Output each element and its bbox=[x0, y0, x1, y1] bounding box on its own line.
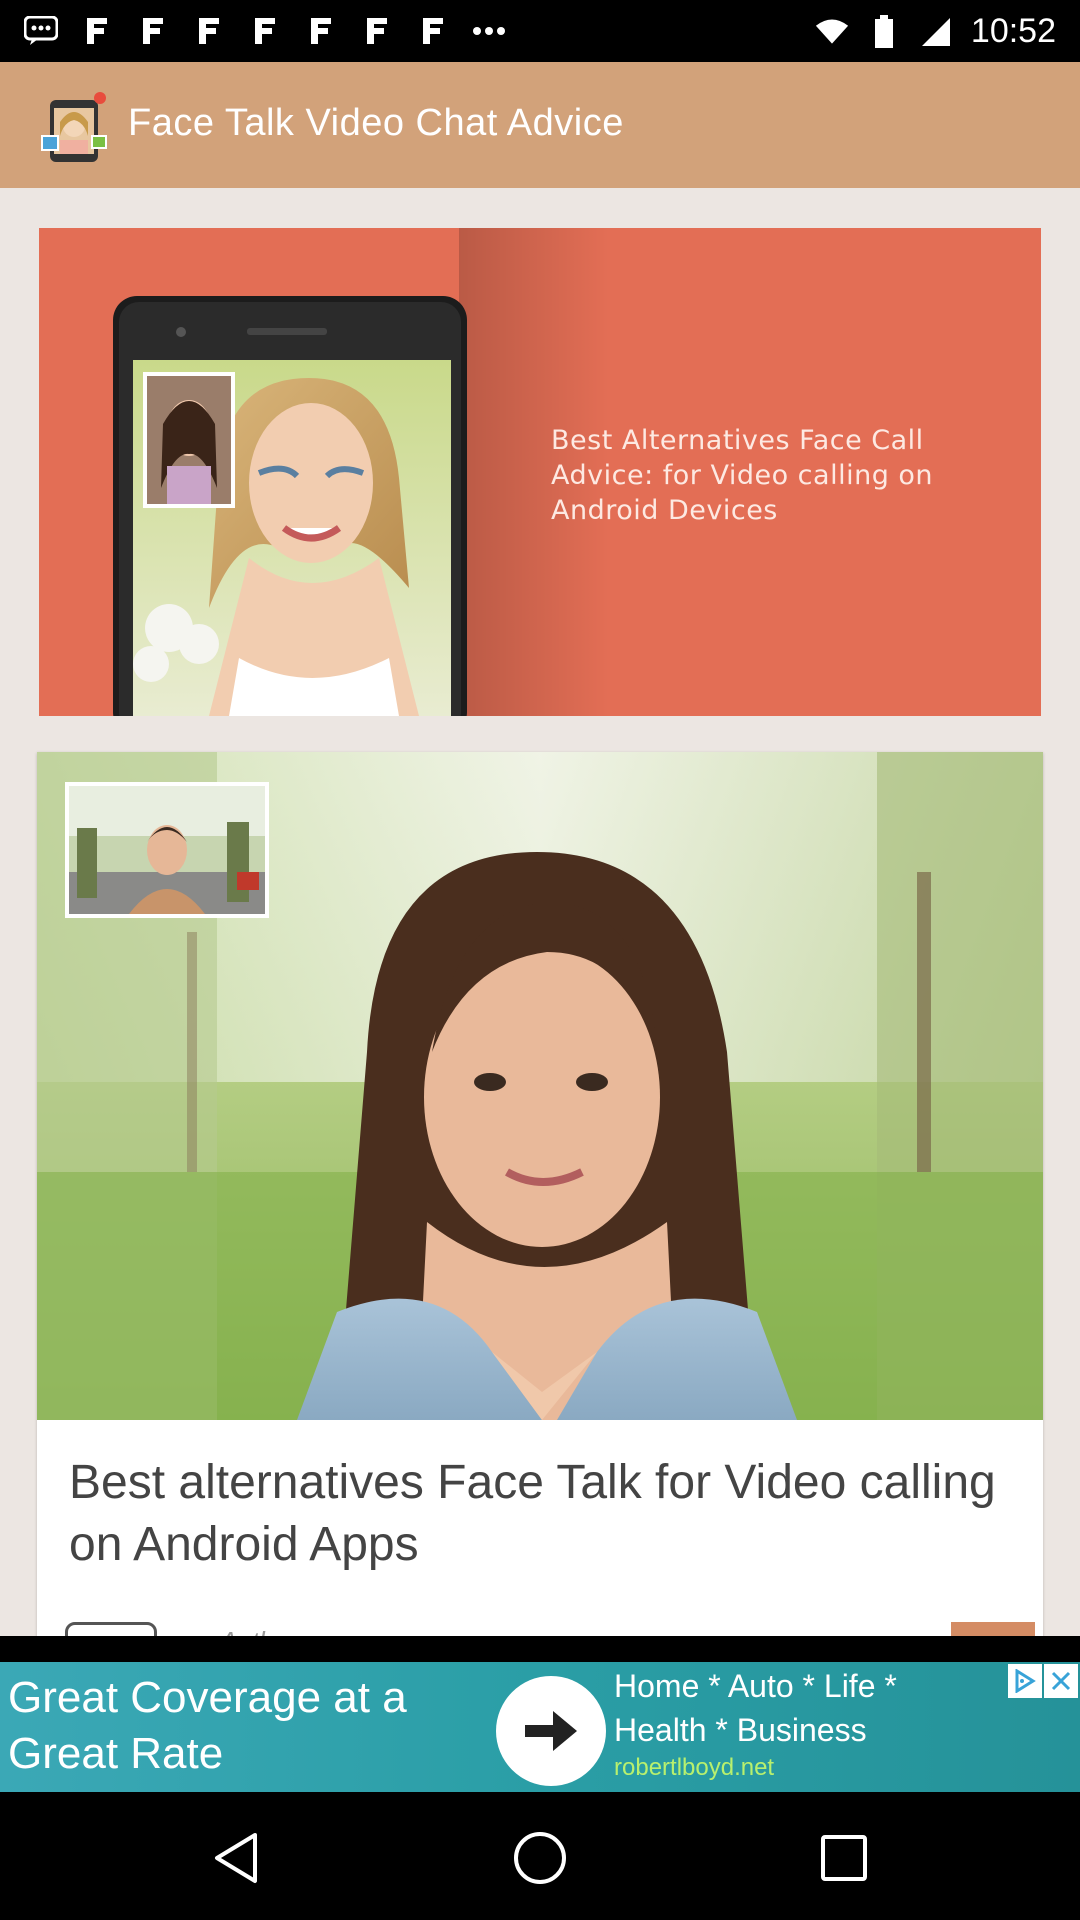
flipboard-icon bbox=[136, 14, 170, 48]
article-image[interactable] bbox=[37, 752, 1043, 1420]
ad-body-line-1: Home * Auto * Life * bbox=[614, 1668, 897, 1704]
clock: 10:52 bbox=[970, 12, 1056, 50]
ad-body-line-2: Health * Business bbox=[614, 1712, 867, 1748]
battery-icon bbox=[867, 14, 901, 49]
flipboard-icon bbox=[192, 14, 226, 48]
avatar bbox=[65, 1622, 157, 1636]
flipboard-icon bbox=[80, 14, 114, 48]
content-area[interactable]: Best Alternatives Face Call Advice: for … bbox=[0, 188, 1080, 1636]
flipboard-icon bbox=[360, 14, 394, 48]
navigation-bar bbox=[0, 1792, 1080, 1920]
arrow-right-icon[interactable] bbox=[496, 1676, 606, 1786]
wifi-icon bbox=[815, 15, 849, 49]
author-label: Author bbox=[220, 1626, 297, 1636]
close-icon[interactable] bbox=[1044, 1664, 1078, 1698]
article-title[interactable]: Best alternatives Face Talk for Video ca… bbox=[69, 1452, 1009, 1576]
flipboard-icon bbox=[304, 14, 338, 48]
promo-banner[interactable]: Best Alternatives Face Call Advice: for … bbox=[39, 228, 1041, 716]
app-bar: Face Talk Video Chat Advice bbox=[0, 62, 1080, 188]
ad-banner[interactable]: Great Coverage at a Great Rate Home * Au… bbox=[0, 1662, 1080, 1792]
app-title: Face Talk Video Chat Advice bbox=[128, 102, 624, 144]
author-row: Author bbox=[65, 1622, 1035, 1636]
ad-headline[interactable]: Great Coverage at a Great Rate bbox=[8, 1670, 488, 1782]
caller-thumbnail bbox=[65, 782, 269, 918]
home-icon[interactable] bbox=[510, 1828, 570, 1888]
flipboard-icon bbox=[416, 14, 450, 48]
more-dots-icon bbox=[472, 14, 506, 48]
back-icon[interactable] bbox=[206, 1828, 266, 1888]
banner-text: Best Alternatives Face Call Advice: for … bbox=[551, 425, 934, 526]
messages-icon bbox=[24, 14, 58, 48]
status-bar: 10:52 bbox=[0, 0, 1080, 62]
flipboard-icon bbox=[248, 14, 282, 48]
article-card[interactable]: Best alternatives Face Talk for Video ca… bbox=[37, 752, 1043, 1636]
ad-body[interactable]: Home * Auto * Life * Health * Business bbox=[614, 1664, 897, 1752]
recents-icon[interactable] bbox=[814, 1828, 874, 1888]
signal-icon bbox=[919, 15, 953, 49]
ad-domain[interactable]: robertlboyd.net bbox=[614, 1754, 774, 1782]
adchoices-icon[interactable] bbox=[1008, 1664, 1042, 1698]
category-badge[interactable] bbox=[951, 1622, 1035, 1636]
app-logo-icon bbox=[40, 92, 110, 164]
